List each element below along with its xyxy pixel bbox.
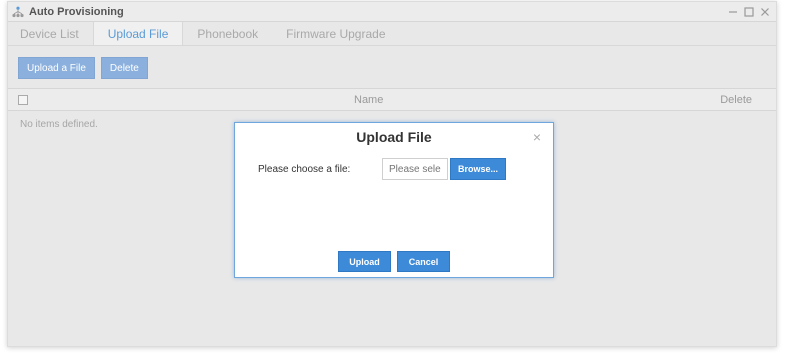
tab-upload-file[interactable]: Upload File — [92, 22, 184, 45]
select-all-checkbox[interactable] — [18, 95, 28, 105]
window-title: Auto Provisioning — [29, 5, 124, 18]
tab-phonebook[interactable]: Phonebook — [183, 22, 272, 45]
file-label: Please choose a file: — [258, 163, 351, 175]
upload-button[interactable]: Upload — [338, 251, 391, 272]
tab-bar: Device List Upload File Phonebook Firmwa… — [8, 22, 776, 46]
title-bar: Auto Provisioning — [8, 2, 776, 22]
file-path-input[interactable] — [382, 158, 448, 180]
grid-header: Name Delete — [8, 88, 776, 111]
browse-button[interactable]: Browse... — [450, 158, 507, 180]
file-chooser-row: Please choose a file: Browse... — [258, 158, 507, 180]
cancel-button[interactable]: Cancel — [397, 251, 450, 272]
dialog-close-icon[interactable]: × — [533, 130, 541, 144]
dialog-title: Upload File — [356, 129, 432, 145]
column-header-name[interactable]: Name — [354, 94, 383, 106]
upload-file-button[interactable]: Upload a File — [18, 57, 95, 79]
upload-file-dialog: Upload File × Please choose a file: Brow… — [234, 122, 554, 278]
maximize-icon[interactable] — [744, 6, 754, 17]
column-header-delete: Delete — [720, 93, 752, 106]
dialog-actions: Upload Cancel — [338, 251, 450, 272]
minimize-icon[interactable] — [728, 7, 738, 17]
delete-button[interactable]: Delete — [100, 57, 148, 79]
network-nodes-icon — [12, 6, 24, 18]
close-icon[interactable] — [760, 7, 770, 17]
tab-firmware-upgrade[interactable]: Firmware Upgrade — [272, 22, 399, 45]
tab-device-list[interactable]: Device List — [8, 22, 93, 45]
toolbar: Upload a File Delete — [8, 46, 776, 88]
